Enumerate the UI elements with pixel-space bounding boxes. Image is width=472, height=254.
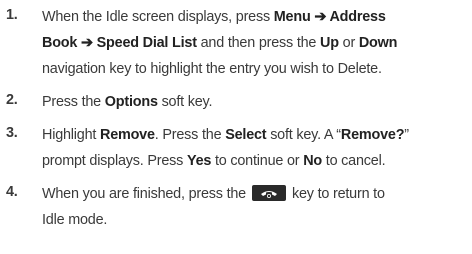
step-2-line-1: Press the Options soft key.: [42, 94, 213, 110]
step-4-line-2: Idle mode.: [42, 212, 108, 228]
step-number: 1.: [6, 7, 18, 23]
step-1-line-2: Book ➔ Speed Dial List and then press th…: [42, 35, 398, 51]
step-4-line-1: When you are finished, press the key to r…: [42, 185, 385, 202]
instruction-list: 1. When the Idle screen displays, press …: [0, 0, 472, 254]
step-number: 3.: [6, 125, 18, 141]
step-number: 4.: [6, 184, 18, 200]
step-3-line-1: Highlight Remove. Press the Select soft …: [42, 127, 409, 143]
step-1-line-1: When the Idle screen displays, press Men…: [42, 9, 386, 25]
step-number: 2.: [6, 92, 18, 108]
step-3-line-2: prompt displays. Press Yes to continue o…: [42, 153, 386, 169]
end-key-icon: [251, 185, 286, 201]
step-1-line-3: navigation key to highlight the entry yo…: [42, 61, 382, 77]
